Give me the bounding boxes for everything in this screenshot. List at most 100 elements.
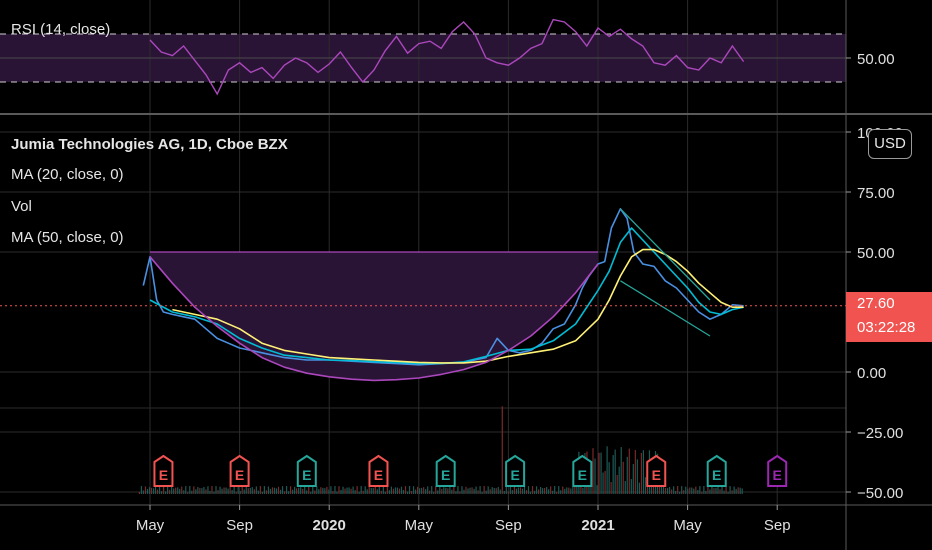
volume-bar: [636, 459, 638, 494]
volume-bar: [515, 488, 517, 494]
volume-bar: [741, 488, 743, 494]
volume-bar: [209, 490, 211, 494]
volume-bar: [239, 490, 241, 494]
volume-bar: [552, 490, 554, 494]
volume-bar: [664, 487, 667, 494]
volume-bar: [729, 486, 731, 494]
volume-bar: [314, 490, 316, 494]
time-tick-label: Sep: [495, 517, 522, 534]
volume-bar: [310, 491, 312, 494]
earnings-marker-label: E: [302, 467, 311, 483]
volume-bar: [705, 490, 707, 494]
volume-bar: [140, 486, 143, 494]
volume-bar: [691, 487, 693, 494]
volume-bar: [525, 490, 528, 494]
earnings-marker: E: [229, 454, 250, 487]
volume-bar: [281, 486, 284, 494]
volume-bar: [725, 486, 727, 494]
volume-bar: [695, 486, 697, 494]
chart-canvas[interactable]: EEEEEEEEEE100.0075.0050.000.00−25.00−50.…: [0, 0, 932, 550]
volume-bar: [495, 488, 497, 494]
volume-bar: [560, 490, 562, 494]
volume-bar: [677, 486, 679, 494]
volume-bar: [203, 486, 205, 494]
volume-bar: [477, 490, 479, 494]
volume-bar: [602, 472, 604, 494]
volume-bar: [306, 490, 308, 494]
volume-bar: [554, 486, 556, 494]
volume-bar: [179, 488, 181, 494]
earnings-marker: E: [296, 454, 317, 487]
volume-bar: [197, 487, 199, 494]
volume-bar: [451, 489, 453, 494]
volume-bar: [572, 486, 574, 494]
volume-bar: [519, 487, 522, 494]
earnings-marker: E: [153, 454, 174, 487]
volume-bar: [509, 486, 511, 494]
volume-bar: [535, 486, 538, 494]
volume-bar: [191, 490, 193, 494]
volume-bar: [592, 448, 594, 494]
volume-bar: [275, 488, 278, 494]
volume-bar: [427, 486, 429, 494]
volume-bar: [513, 486, 515, 494]
volume-bar: [669, 486, 671, 494]
volume-bar: [457, 486, 459, 494]
volume-bar: [394, 487, 397, 494]
volume-bar: [471, 487, 473, 494]
volume-bar: [634, 449, 636, 494]
volume-bar: [312, 486, 314, 494]
volume-bar: [225, 487, 227, 494]
volume-bar: [205, 489, 207, 494]
volume-bar: [308, 486, 310, 494]
earnings-marker: E: [646, 454, 667, 487]
volume-bar: [566, 487, 568, 494]
volume-bar: [620, 447, 622, 494]
volume-bar: [259, 486, 261, 494]
volume-bar: [662, 487, 665, 494]
earnings-marker: E: [572, 454, 593, 487]
volume-bar: [523, 486, 526, 494]
volume-bar: [330, 486, 332, 494]
volume-bar: [378, 486, 380, 494]
time-tick-label: May: [136, 517, 165, 534]
volume-bar: [148, 487, 151, 494]
volume-bar: [433, 491, 435, 494]
volume-bar: [402, 489, 405, 494]
volume-bar: [328, 489, 330, 494]
volume-bar: [316, 486, 318, 494]
volume-bar: [735, 488, 737, 494]
volume-bar: [263, 486, 265, 494]
volume-bar: [338, 486, 340, 494]
volume-bar: [348, 487, 350, 494]
volume-bar: [302, 488, 304, 494]
volume-bar: [711, 486, 713, 494]
currency-button[interactable]: USD: [868, 129, 912, 159]
volume-bar: [632, 463, 634, 494]
volume-bar: [370, 488, 372, 494]
indicator-ma50-label: MA (50, close, 0): [11, 229, 124, 246]
volume-bar: [392, 488, 395, 494]
volume-bar: [213, 491, 215, 494]
volume-bar: [568, 487, 570, 494]
volume-bar: [459, 491, 461, 494]
volume-bar: [463, 489, 465, 494]
volume-bar: [221, 488, 223, 494]
volume-bar: [598, 452, 600, 494]
volume-bar: [376, 489, 378, 494]
volume-bar: [465, 486, 467, 494]
volume-bar: [425, 489, 427, 494]
volume-bar: [501, 406, 503, 494]
volume-bar: [721, 486, 723, 494]
volume-bar: [257, 490, 259, 494]
volume-bar: [423, 487, 425, 494]
volume-bar: [181, 486, 183, 494]
volume-bar: [511, 489, 513, 494]
volume-bar: [412, 486, 415, 494]
volume-bar: [298, 487, 300, 494]
last-price-tag: 27.60 03:22:28: [846, 292, 932, 342]
volume-bar: [731, 490, 733, 494]
volume-bar: [681, 486, 683, 494]
volume-bar: [304, 486, 306, 494]
volume-bar: [318, 489, 320, 494]
